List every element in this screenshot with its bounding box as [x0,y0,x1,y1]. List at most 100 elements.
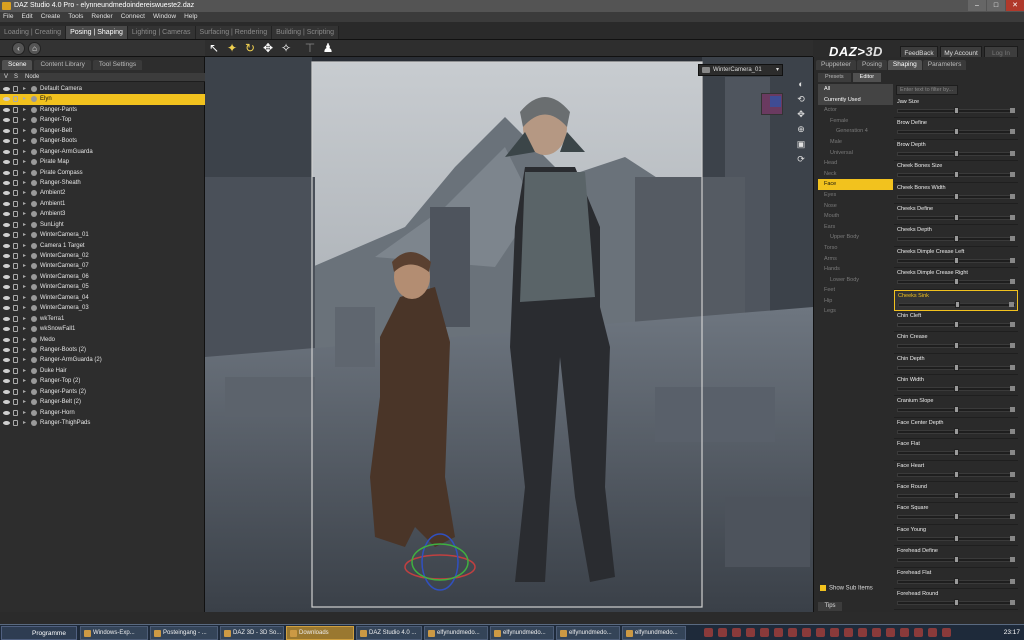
taskbar-item-image-1[interactable]: elfynundmedo... [424,626,488,640]
maximize-button[interactable]: □ [987,0,1005,11]
lock-icon[interactable] [13,388,18,395]
slider-knob[interactable] [953,235,959,243]
expand-arrow-icon[interactable]: ▸ [23,282,26,292]
taskbar-item-daz-studio[interactable]: DAZ Studio 4.0 ... [356,626,422,640]
lock-icon[interactable] [13,409,18,416]
expand-arrow-icon[interactable]: ▸ [23,376,26,386]
scene-node[interactable]: ▸ Ranger-ArmGuarda (2) [0,355,205,365]
spot-render-tool-icon[interactable]: ⊤ [303,41,317,55]
select-tool-icon[interactable]: ↖ [207,41,221,55]
lock-icon[interactable] [13,367,18,374]
selectable-column-header[interactable]: S [14,73,18,82]
room-tab-posing[interactable]: Posing | Shaping [66,26,128,39]
eye-icon[interactable] [3,316,10,321]
lock-icon[interactable] [13,346,18,353]
scene-node[interactable]: ▸ WinterCamera_07 [0,261,205,271]
menu-render[interactable]: Render [91,12,112,22]
scene-node[interactable]: ▸ wkTerra1 [0,314,205,324]
view-cube[interactable] [761,93,783,115]
expand-arrow-icon[interactable]: ▸ [23,261,26,271]
scene-node[interactable]: ▸ Ranger-Belt [0,126,205,136]
tray-icon[interactable] [760,628,769,637]
lock-icon[interactable] [13,336,18,343]
expand-arrow-icon[interactable]: ▸ [23,293,26,303]
scene-node[interactable]: ▸ WinterCamera_03 [0,303,205,313]
lock-icon[interactable] [13,86,18,92]
lock-icon[interactable] [13,242,18,249]
3d-viewport[interactable]: 1 : 1.4142 WinterCamera_01 ▾ ◐ ⟲ ✥ ⊕ ▣ ⟳ [205,57,813,612]
scene-node[interactable]: ▸ WinterCamera_01 [0,230,205,240]
eye-icon[interactable] [3,358,10,363]
expand-arrow-icon[interactable]: ▸ [23,324,26,334]
taskbar-item-image-4[interactable]: elfynundmedo... [622,626,686,640]
slider-knob[interactable] [953,107,959,114]
scene-node[interactable]: ▸ Ranger-Boots (2) [0,345,205,355]
filter-input[interactable]: Enter text to filter by... [896,85,958,95]
expand-arrow-icon[interactable]: ▸ [23,147,26,157]
eye-icon[interactable] [3,389,10,394]
expand-arrow-icon[interactable]: ▸ [23,408,26,418]
slider-knob[interactable] [953,363,959,371]
lock-icon[interactable] [13,315,18,322]
lock-icon[interactable] [13,127,18,134]
morph-slider[interactable]: Face Flat [894,439,1018,461]
expand-arrow-icon[interactable]: ▸ [23,366,26,376]
morph-slider[interactable]: Forehead Define [894,546,1018,568]
eye-icon[interactable] [3,306,10,311]
minimize-button[interactable]: – [968,0,986,11]
expand-arrow-icon[interactable]: ▸ [23,418,26,428]
camera-selector[interactable]: WinterCamera_01 ▾ [698,64,783,76]
lock-icon[interactable] [13,326,18,333]
lock-icon[interactable] [13,200,18,207]
eye-icon[interactable] [3,107,10,112]
eye-icon[interactable] [3,400,10,405]
lock-icon[interactable] [13,148,18,155]
eye-icon[interactable] [3,368,10,373]
expand-arrow-icon[interactable]: ▸ [23,251,26,261]
tab-shaping[interactable]: Shaping [887,60,922,70]
tray-icon[interactable] [732,628,741,637]
category-item[interactable]: Arms [818,254,893,265]
slider-options-icon[interactable] [1010,535,1015,541]
tray-icon[interactable] [844,628,853,637]
slider-options-icon[interactable] [1010,150,1015,156]
tray-icon[interactable] [900,628,909,637]
expand-arrow-icon[interactable]: ▸ [23,178,26,188]
expand-arrow-icon[interactable]: ▸ [23,168,26,178]
scene-node[interactable]: ▸ Pirate Compass [0,168,205,178]
slider-knob[interactable] [953,256,959,264]
morph-slider[interactable]: Face Center Depth [894,418,1018,440]
show-sub-items-checkbox[interactable]: Show Sub Items [820,585,873,592]
slider-options-icon[interactable] [1010,193,1015,199]
eye-icon[interactable] [3,212,10,217]
scene-node[interactable]: ▸ Ranger-Sheath [0,178,205,188]
slider-knob[interactable] [953,406,959,414]
eye-icon[interactable] [3,170,10,175]
lock-icon[interactable] [13,263,18,270]
morph-slider[interactable]: Cheeks Dimple Crease Right [894,268,1018,290]
scene-node[interactable]: ▸ Ranger-Pants (2) [0,387,205,397]
expand-arrow-icon[interactable]: ▸ [23,345,26,355]
slider-options-icon[interactable] [1010,257,1015,263]
morph-slider[interactable]: Face Heart [894,461,1018,483]
slider-options-icon[interactable] [1010,407,1015,413]
expand-arrow-icon[interactable]: ▸ [23,126,26,136]
expand-arrow-icon[interactable]: ▸ [23,84,26,94]
tips-button[interactable]: Tips [818,602,842,611]
category-item[interactable]: Feet [818,285,893,296]
orbit-icon[interactable]: ⟲ [796,94,807,105]
slider-knob[interactable] [953,534,959,542]
node-column-header[interactable]: Node [25,73,39,82]
expand-arrow-icon[interactable]: ▸ [23,188,26,198]
eye-icon[interactable] [3,191,10,196]
tab-editor[interactable]: Editor [852,73,882,82]
expand-arrow-icon[interactable]: ▸ [23,241,26,251]
eye-icon[interactable] [3,201,10,206]
tab-presets[interactable]: Presets [818,73,851,82]
lock-icon[interactable] [13,399,18,406]
slider-options-icon[interactable] [1010,557,1015,563]
category-item[interactable]: Generation 4 [818,126,893,137]
morph-slider[interactable]: Brow Depth [894,140,1018,162]
taskbar-item-image-3[interactable]: elfynundmedo... [556,626,620,640]
expand-arrow-icon[interactable]: ▸ [23,94,26,104]
